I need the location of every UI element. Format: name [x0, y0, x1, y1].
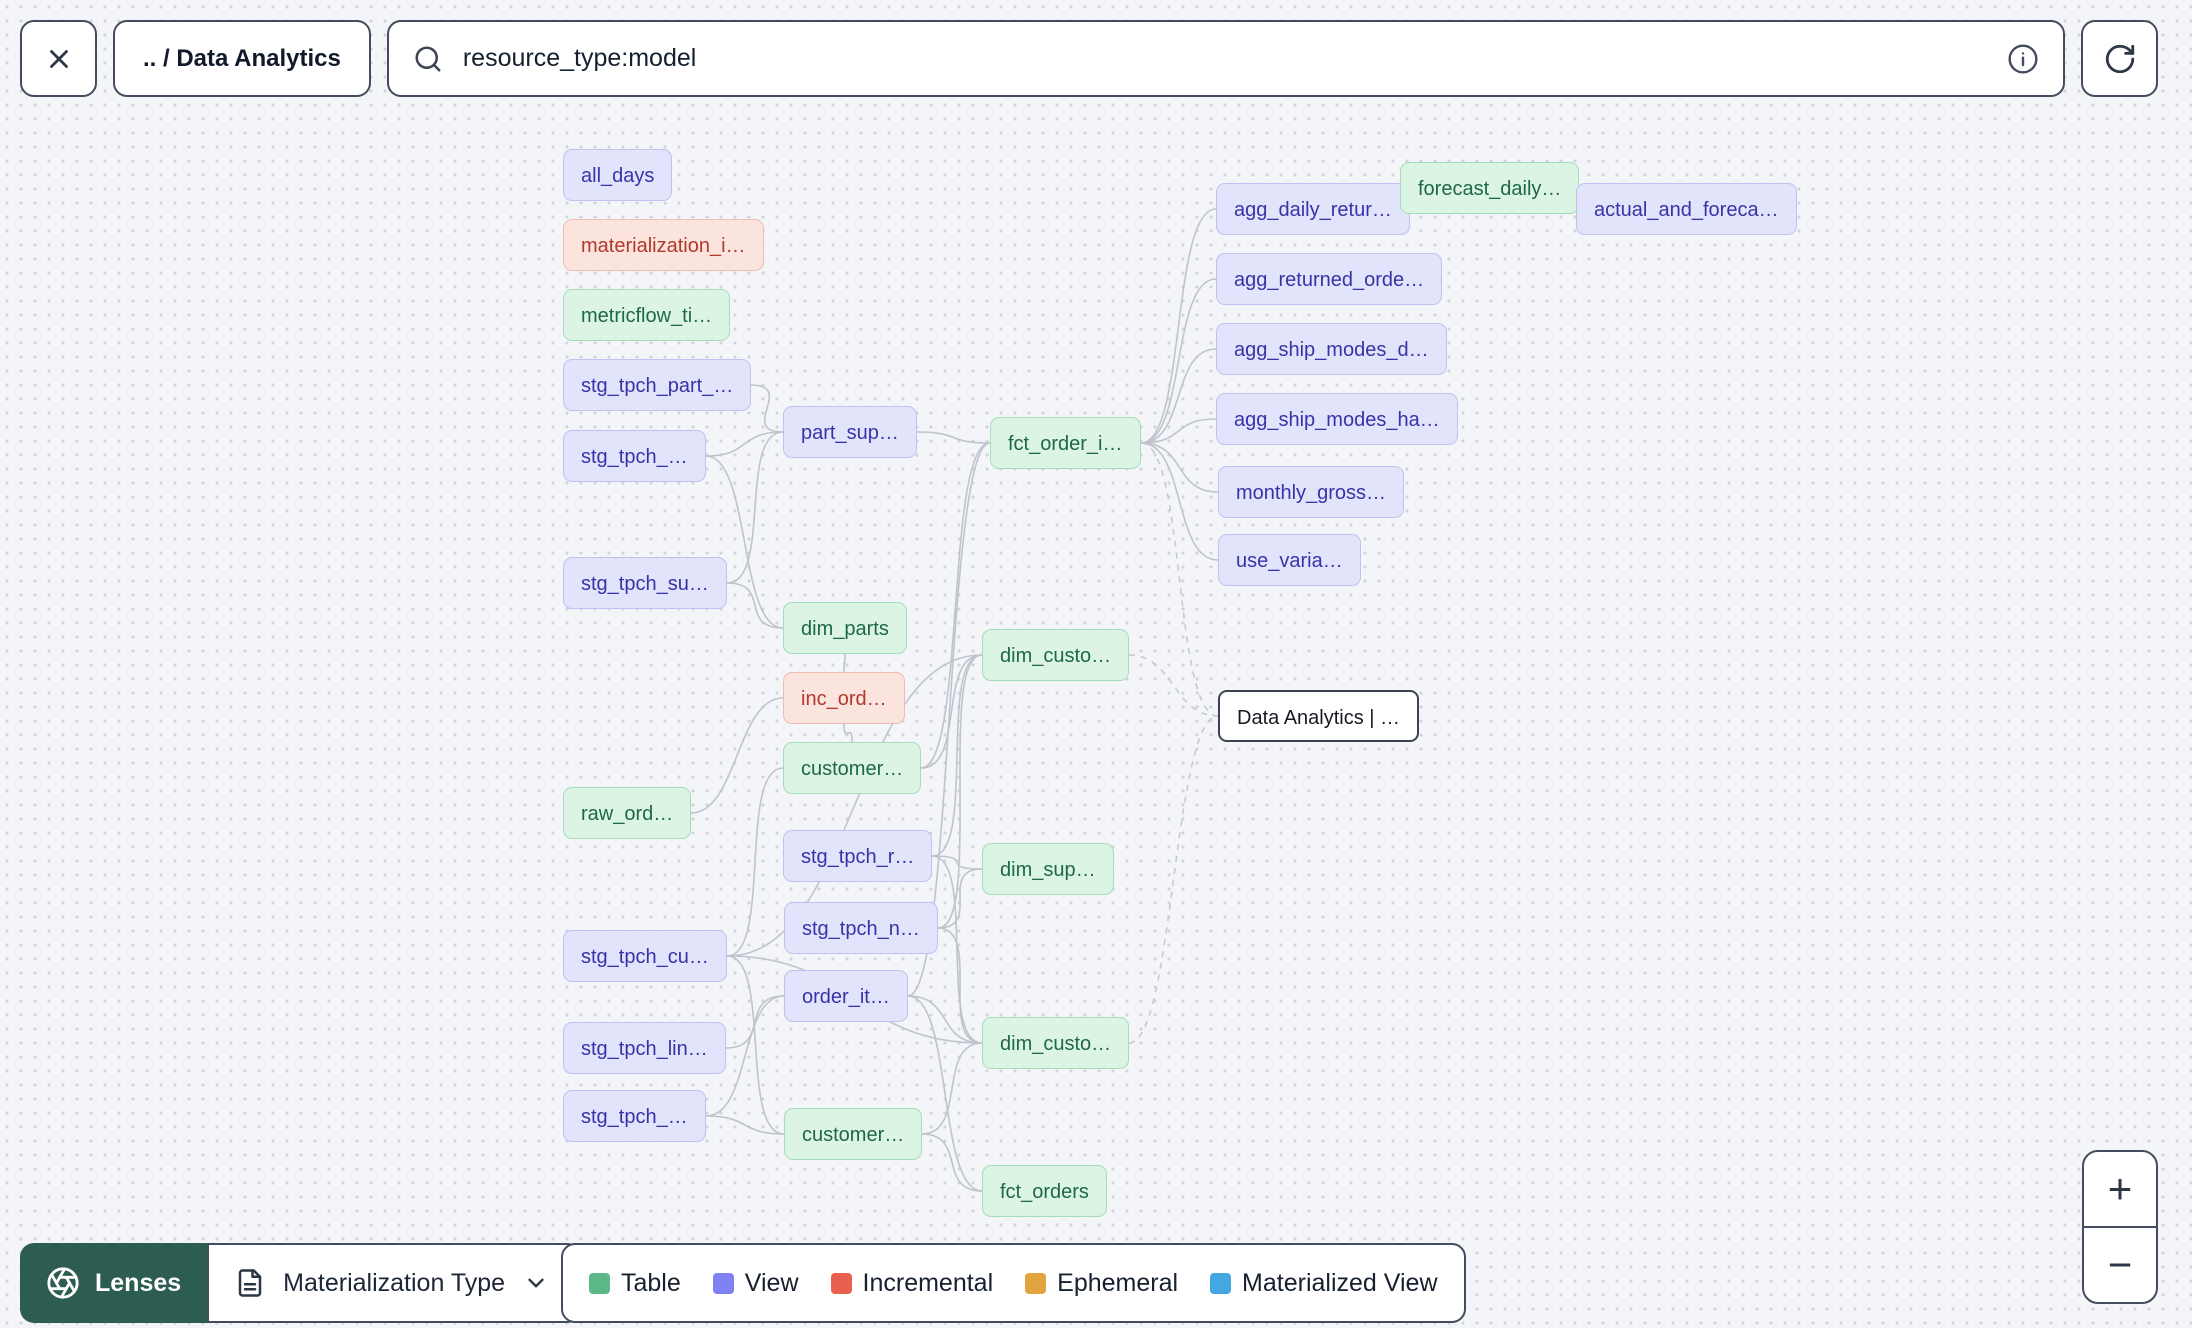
refresh-button[interactable] [2081, 20, 2158, 97]
lineage-app: { "topbar": { "breadcrumb": ".. / Data A… [0, 0, 2192, 1328]
graph-node-agg_returned_orde[interactable]: agg_returned_orde… [1216, 253, 1443, 305]
graph-node-actual_and_foreca[interactable]: actual_and_foreca… [1576, 183, 1797, 235]
legend-swatch [830, 1272, 852, 1294]
edge-stg_tpch_su-to-part_sup [726, 431, 784, 584]
graph-node-agg_ship_modes_d[interactable]: agg_ship_modes_d… [1216, 323, 1447, 375]
legend-item: Table [589, 1269, 681, 1298]
edge-customer_b-to-dim_custo_b [921, 1042, 983, 1135]
legend-swatch [1210, 1272, 1232, 1294]
graph-node-stg_tpch_su[interactable]: stg_tpch_su… [563, 557, 727, 609]
graph-node-materialization_i[interactable]: materialization_i… [563, 219, 764, 271]
graph-node-order_it[interactable]: order_it… [784, 970, 908, 1022]
graph-node-use_varia[interactable]: use_varia… [1218, 534, 1361, 586]
legend-item-label: Materialized View [1242, 1268, 1438, 1297]
edge-fct_order_i-to-agg_returned_orde [1140, 278, 1217, 444]
graph-node-dim_custo_b[interactable]: dim_custo… [982, 1017, 1130, 1069]
edge-customer_a-to-fct_order_i [920, 442, 991, 769]
zoom-out-button[interactable]: − [2084, 1226, 2156, 1302]
close-icon [49, 49, 68, 68]
graph-node-exposure[interactable]: Data Analytics | … [1218, 690, 1420, 742]
graph-node-metricflow_ti[interactable]: metricflow_ti… [563, 289, 731, 341]
edge-stg_tpch_part-to-part_sup [750, 384, 784, 433]
aperture-icon [47, 1267, 79, 1299]
legend-swatch [589, 1272, 610, 1294]
legend-swatch [712, 1272, 734, 1294]
graph-node-agg_daily_retur[interactable]: agg_daily_retur… [1216, 183, 1410, 235]
graph-node-fct_orders[interactable]: fct_orders [982, 1165, 1107, 1217]
graph-node-monthly_gross[interactable]: monthly_gross… [1218, 466, 1405, 518]
legend-item-label: Incremental [862, 1268, 994, 1297]
search-bar [386, 20, 2065, 97]
lens-selector-value: Materialization Type [283, 1268, 506, 1297]
graph-node-stg_tpch_r[interactable]: stg_tpch_r… [783, 830, 933, 882]
edge-dim_custo_b-to-exposure [1128, 715, 1219, 1044]
legend-item: Incremental [830, 1268, 994, 1298]
legend-item: Ephemeral [1025, 1269, 1178, 1298]
graph-node-dim_custo_a[interactable]: dim_custo… [982, 629, 1130, 681]
lens-selector[interactable]: Materialization Type [207, 1243, 582, 1323]
graph-node-stg_tpch_part[interactable]: stg_tpch_part_… [563, 359, 752, 411]
document-icon [238, 1269, 262, 1297]
lenses-pill: Lenses Materialization Type [20, 1243, 582, 1323]
info-icon[interactable] [2007, 43, 2039, 75]
graph-node-all_days[interactable]: all_days [563, 149, 673, 201]
edge-order_it-to-dim_custo_b [907, 995, 983, 1044]
zoom-in-button[interactable]: + [2084, 1152, 2156, 1226]
graph-node-customer_b[interactable]: customer… [784, 1108, 923, 1160]
legend-item-label: Table [621, 1268, 681, 1297]
materialization-legend: Table View Incremental Ephemeral Materialize… [561, 1243, 1466, 1323]
graph-node-stg_tpch_n[interactable]: stg_tpch_n… [784, 902, 938, 954]
edge-raw_ord-to-inc_ord [690, 697, 784, 814]
legend-item: View [712, 1268, 799, 1298]
graph-node-agg_ship_modes_ha[interactable]: agg_ship_modes_ha… [1216, 393, 1458, 445]
edge-stg_tpch_cu-to-customer_b [726, 955, 785, 1135]
refresh-icon [2105, 44, 2134, 73]
legend-item: Materialized View [1210, 1268, 1438, 1298]
graph-node-dim_parts[interactable]: dim_parts [783, 602, 907, 654]
edge-customer_b-to-fct_orders [921, 1133, 983, 1192]
legend-swatch [1025, 1272, 1047, 1294]
graph-node-stg_tpch_a[interactable]: stg_tpch_… [563, 430, 706, 482]
graph-node-customer_a[interactable]: customer… [783, 742, 922, 794]
graph-node-inc_ord[interactable]: inc_ord… [783, 672, 905, 724]
breadcrumb[interactable]: .. / Data Analytics [113, 20, 371, 97]
edge-fct_order_i-to-agg_daily_retur [1140, 208, 1217, 444]
search-icon [415, 46, 441, 71]
zoom-controls: + − [2082, 1150, 2158, 1304]
edge-stg_tpch_r-to-dim_custo_a [931, 654, 983, 857]
chevron-down-icon [528, 1278, 544, 1288]
edge-fct_order_i-to-use_varia [1140, 442, 1219, 561]
graph-node-fct_order_i[interactable]: fct_order_i… [990, 417, 1141, 469]
graph-node-raw_ord[interactable]: raw_ord… [563, 787, 692, 839]
graph-node-stg_tpch_lin[interactable]: stg_tpch_lin… [563, 1022, 726, 1074]
edge-stg_tpch_n-to-dim_custo_b [937, 927, 983, 1044]
edge-stg_tpch_n-to-dim_sup [937, 868, 983, 929]
edge-fct_order_i-to-exposure [1140, 442, 1219, 717]
graph-node-stg_tpch_b[interactable]: stg_tpch_… [563, 1090, 706, 1142]
legend-item-label: Ephemeral [1057, 1268, 1179, 1297]
edge-dim_parts-to-inc_ord [843, 653, 846, 673]
top-toolbar: .. / Data Analytics [20, 20, 2158, 97]
edge-inc_ord-to-customer_a [843, 723, 853, 743]
graph-node-stg_tpch_cu[interactable]: stg_tpch_cu… [563, 930, 727, 982]
lenses-button-label: Lenses [95, 1268, 182, 1297]
graph-node-part_sup[interactable]: part_sup… [783, 406, 917, 458]
lenses-button[interactable]: Lenses [20, 1243, 208, 1323]
edge-stg_tpch_cu-to-customer_a [726, 767, 784, 957]
graph-node-forecast_daily[interactable]: forecast_daily… [1400, 162, 1580, 214]
edge-order_it-to-fct_orders [907, 995, 983, 1192]
edge-part_sup-to-fct_order_i [916, 431, 991, 444]
edge-stg_tpch_b-to-customer_b [705, 1115, 785, 1135]
search-input[interactable] [460, 43, 1989, 74]
close-button[interactable] [20, 20, 97, 97]
legend-item-label: View [744, 1268, 799, 1297]
graph-node-dim_sup[interactable]: dim_sup… [982, 843, 1114, 895]
